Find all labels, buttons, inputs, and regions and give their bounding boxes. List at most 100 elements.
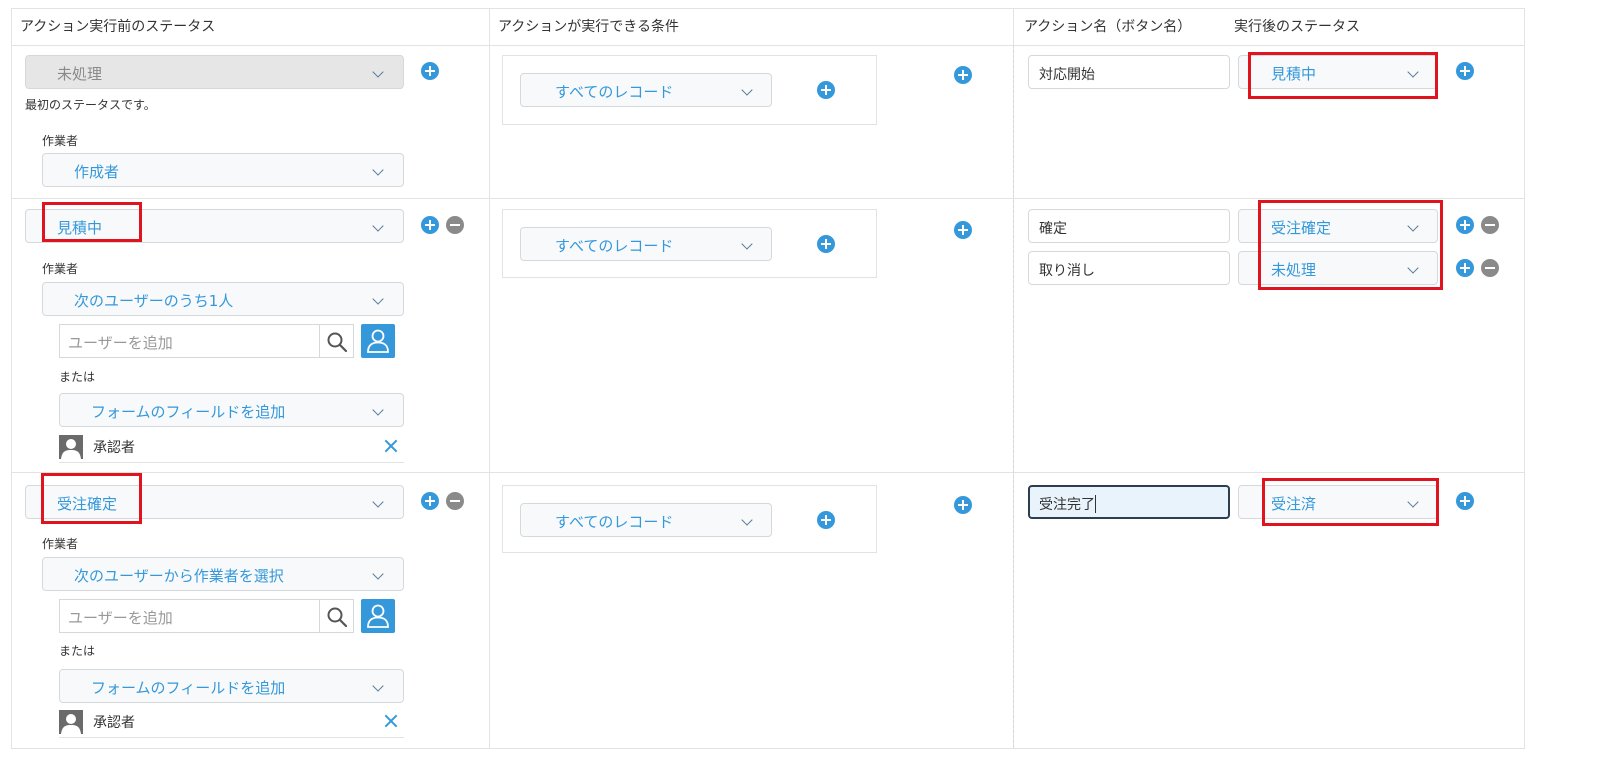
header-divider bbox=[12, 45, 1524, 46]
assignee-type-select[interactable]: 作成者 bbox=[42, 153, 404, 187]
chevron-down-icon bbox=[1407, 220, 1419, 232]
minus-icon[interactable] bbox=[446, 216, 464, 234]
action-name-input[interactable]: 対応開始 bbox=[1028, 55, 1230, 89]
action-name-input[interactable]: 確定 bbox=[1028, 209, 1230, 243]
chevron-down-icon bbox=[372, 568, 384, 580]
assignee-label: 作業者 bbox=[42, 262, 79, 276]
plus-icon[interactable] bbox=[1456, 259, 1474, 277]
chevron-down-icon bbox=[372, 496, 384, 508]
close-icon[interactable] bbox=[384, 439, 398, 453]
avatar-icon bbox=[59, 710, 83, 734]
minus-icon[interactable] bbox=[1481, 259, 1499, 277]
condition-select[interactable]: すべてのレコード bbox=[520, 73, 772, 107]
close-icon[interactable] bbox=[384, 714, 398, 728]
next-status-value: 受注済 bbox=[1271, 495, 1317, 513]
plus-icon[interactable] bbox=[954, 66, 972, 84]
header-after-status: 実行後のステータス bbox=[1234, 19, 1360, 35]
condition-select[interactable]: すべてのレコード bbox=[520, 227, 772, 261]
or-label: または bbox=[59, 644, 96, 658]
status-select: 未処理 bbox=[25, 55, 404, 89]
user-search-input[interactable]: ユーザーを追加 bbox=[59, 599, 320, 633]
status-select[interactable]: 見積中 bbox=[25, 209, 404, 243]
user-picker-icon bbox=[367, 329, 389, 353]
first-status-note: 最初のステータスです。 bbox=[25, 98, 156, 112]
form-field-select[interactable]: フォームのフィールドを追加 bbox=[59, 669, 404, 703]
assignee-type-value: 次のユーザーのうち1人 bbox=[74, 292, 234, 310]
column-divider bbox=[489, 9, 490, 748]
form-field-select-label: フォームのフィールドを追加 bbox=[91, 679, 286, 697]
chevron-down-icon bbox=[372, 404, 384, 416]
status-select-value: 受注確定 bbox=[57, 495, 118, 513]
assignee-chip: 承認者 bbox=[59, 433, 404, 463]
header-before-status: アクション実行前のステータス bbox=[20, 19, 216, 35]
action-name-value: 確定 bbox=[1039, 221, 1067, 237]
condition-select[interactable]: すべてのレコード bbox=[520, 503, 772, 537]
plus-icon[interactable] bbox=[421, 216, 439, 234]
assignee-type-select[interactable]: 次のユーザーのうち1人 bbox=[42, 282, 404, 316]
row-divider bbox=[12, 198, 1524, 199]
search-button[interactable] bbox=[320, 599, 354, 633]
chevron-down-icon bbox=[372, 164, 384, 176]
chevron-down-icon bbox=[1407, 66, 1419, 78]
assignee-label: 作業者 bbox=[42, 537, 79, 551]
plus-icon[interactable] bbox=[1456, 216, 1474, 234]
or-label: または bbox=[59, 370, 96, 384]
chevron-down-icon bbox=[1407, 262, 1419, 274]
status-select[interactable]: 受注確定 bbox=[25, 485, 404, 519]
next-status-value: 未処理 bbox=[1271, 261, 1317, 279]
search-icon bbox=[327, 332, 348, 353]
plus-icon[interactable] bbox=[1456, 492, 1474, 510]
plus-icon[interactable] bbox=[421, 62, 439, 80]
status-select-value: 未処理 bbox=[57, 65, 103, 83]
assignee-type-value: 作成者 bbox=[74, 163, 120, 181]
user-search-input[interactable]: ユーザーを追加 bbox=[59, 324, 320, 358]
condition-box: すべてのレコード bbox=[502, 485, 877, 553]
search-button[interactable] bbox=[320, 324, 354, 358]
user-picker-button[interactable] bbox=[361, 324, 395, 358]
plus-icon[interactable] bbox=[817, 81, 835, 99]
form-field-select[interactable]: フォームのフィールドを追加 bbox=[59, 393, 404, 427]
action-name-value: 受注完了 bbox=[1039, 495, 1096, 513]
avatar-icon bbox=[59, 435, 83, 459]
header-action-name: アクション名（ボタン名） bbox=[1024, 19, 1192, 35]
column-dashed-divider bbox=[1013, 45, 1014, 748]
action-name-value: 取り消し bbox=[1039, 263, 1095, 279]
condition-box: すべてのレコード bbox=[502, 209, 877, 278]
header-condition: アクションが実行できる条件 bbox=[498, 19, 680, 35]
action-name-input[interactable]: 受注完了 bbox=[1028, 485, 1230, 519]
next-status-value: 受注確定 bbox=[1271, 219, 1332, 237]
condition-box: すべてのレコード bbox=[502, 55, 877, 125]
assignee-chip: 承認者 bbox=[59, 708, 404, 738]
plus-icon[interactable] bbox=[817, 511, 835, 529]
minus-icon[interactable] bbox=[1481, 216, 1499, 234]
plus-icon[interactable] bbox=[954, 221, 972, 239]
assignee-chip-name: 承認者 bbox=[93, 715, 135, 731]
next-status-select[interactable]: 受注確定 bbox=[1238, 209, 1438, 243]
chevron-down-icon bbox=[372, 220, 384, 232]
chevron-down-icon bbox=[372, 66, 384, 78]
next-status-select[interactable]: 未処理 bbox=[1238, 251, 1438, 285]
form-field-select-label: フォームのフィールドを追加 bbox=[91, 403, 286, 421]
action-name-value: 対応開始 bbox=[1039, 67, 1095, 83]
chevron-down-icon bbox=[372, 293, 384, 305]
condition-select-value: すべてのレコード bbox=[555, 83, 674, 101]
minus-icon[interactable] bbox=[446, 492, 464, 510]
assignee-label: 作業者 bbox=[42, 134, 79, 148]
user-picker-button[interactable] bbox=[361, 599, 395, 633]
assignee-chip-name: 承認者 bbox=[93, 440, 135, 456]
plus-icon[interactable] bbox=[954, 496, 972, 514]
chevron-down-icon bbox=[741, 84, 753, 96]
assignee-type-select[interactable]: 次のユーザーから作業者を選択 bbox=[42, 557, 404, 591]
chevron-down-icon bbox=[1407, 496, 1419, 508]
plus-icon[interactable] bbox=[817, 235, 835, 253]
plus-icon[interactable] bbox=[421, 492, 439, 510]
user-search-placeholder: ユーザーを追加 bbox=[68, 334, 173, 352]
status-select-value: 見積中 bbox=[57, 219, 103, 237]
text-caret bbox=[1095, 495, 1096, 513]
plus-icon[interactable] bbox=[1456, 62, 1474, 80]
action-name-input[interactable]: 取り消し bbox=[1028, 251, 1230, 285]
next-status-select[interactable]: 受注済 bbox=[1238, 485, 1438, 519]
assignee-type-value: 次のユーザーから作業者を選択 bbox=[74, 567, 284, 585]
condition-select-value: すべてのレコード bbox=[555, 237, 674, 255]
next-status-select[interactable]: 見積中 bbox=[1238, 55, 1438, 89]
